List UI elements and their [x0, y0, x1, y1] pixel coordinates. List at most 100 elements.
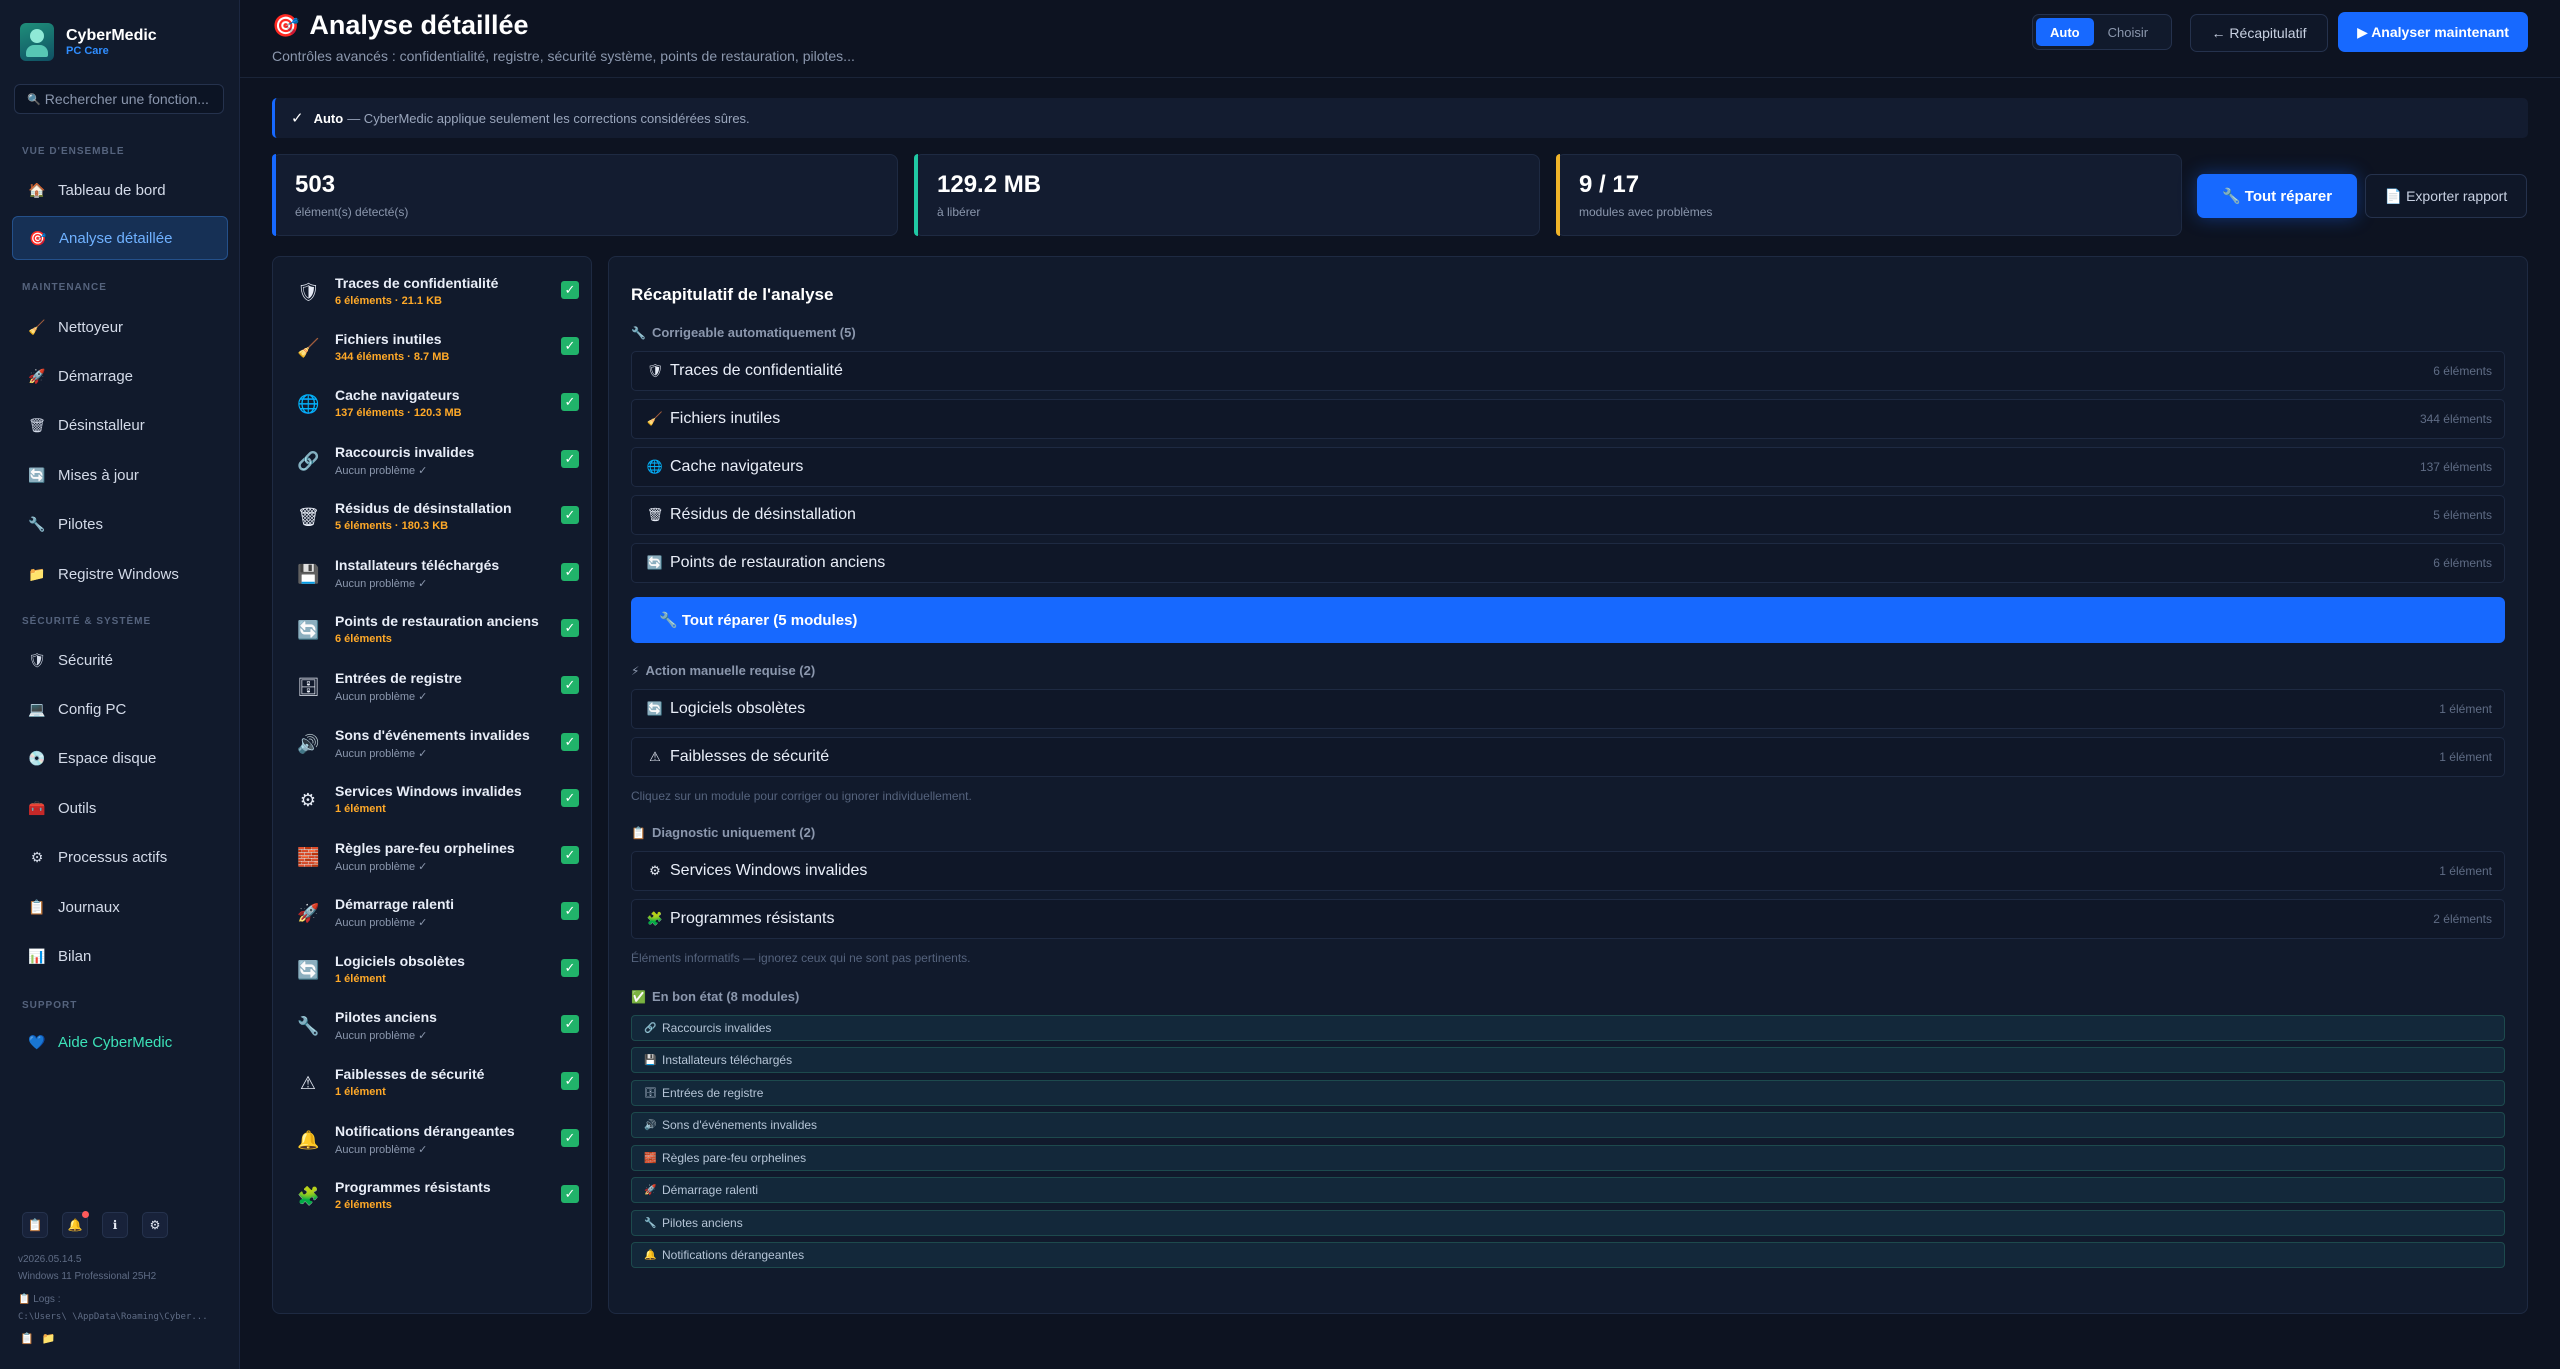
group-manual-action: ⚡ Action manuelle requise (2) — [631, 663, 815, 678]
module-checkbox[interactable]: ✓ — [561, 450, 579, 468]
sidebar-item-drivers[interactable]: 🔧 Pilotes — [12, 502, 228, 546]
healthy-row[interactable]: 🔔 Notifications dérangeantes — [631, 1242, 2505, 1268]
summary-row[interactable]: 🧹 Fichiers inutiles 344 éléments — [631, 399, 2505, 439]
sidebar-item-cleaner[interactable]: 🧹 Nettoyeur — [12, 305, 228, 349]
summary-row[interactable]: 🔄 Points de restauration anciens 6 élément… — [631, 543, 2505, 583]
info-icon[interactable]: ℹ — [102, 1212, 128, 1238]
module-checkbox[interactable]: ✓ — [561, 789, 579, 807]
module-checkbox[interactable]: ✓ — [561, 959, 579, 977]
section-security-system: SÉCURITÉ & SYSTÈME — [22, 616, 152, 627]
module-item[interactable]: 🛡 Traces de confidentialité 6 éléments · 2… — [295, 273, 579, 317]
repair-all-button[interactable]: 🔧 Tout réparer — [2197, 174, 2357, 218]
module-item[interactable]: 🧩 Programmes résistants 2 éléments ✓ — [295, 1177, 579, 1221]
module-name: Raccourcis invalides — [335, 444, 475, 460]
module-item[interactable]: 🔧 Pilotes anciens Aucun problème ✓ ✓ — [295, 1007, 579, 1051]
export-report-button[interactable]: 📄 Exporter rapport — [2365, 174, 2527, 218]
module-item[interactable]: 🔊 Sons d'événements invalides Aucun problè… — [295, 725, 579, 769]
healthy-row[interactable]: 💾 Installateurs téléchargés — [631, 1047, 2505, 1073]
module-item[interactable]: 🌐 Cache navigateurs 137 éléments · 120.3 M… — [295, 385, 579, 429]
module-checkbox[interactable]: ✓ — [561, 1072, 579, 1090]
healthy-row[interactable]: 🔊 Sons d'événements invalides — [631, 1112, 2505, 1138]
module-item[interactable]: 🧱 Règles pare-feu orphelines Aucun problèm… — [295, 838, 579, 882]
module-status: 137 éléments · 120.3 MB — [335, 407, 462, 419]
bell-icon[interactable]: 🔔 — [62, 1211, 89, 1238]
target-icon: 🎯 — [29, 229, 47, 246]
module-checkbox[interactable]: ✓ — [561, 393, 579, 411]
search-input[interactable]: 🔍 Rechercher une fonction... — [14, 84, 224, 114]
module-checkbox[interactable]: ✓ — [561, 281, 579, 299]
module-checkbox[interactable]: ✓ — [561, 902, 579, 920]
healthy-row[interactable]: 🗄 Entrées de registre — [631, 1080, 2505, 1106]
module-checkbox[interactable]: ✓ — [561, 563, 579, 581]
analyze-now-button[interactable]: ▶ Analyser maintenant — [2338, 12, 2528, 52]
module-item[interactable]: 🗄 Entrées de registre Aucun problème ✓ ✓ — [295, 668, 579, 712]
clipboard-icon[interactable]: 📋 — [22, 1212, 48, 1238]
module-item[interactable]: 🔄 Points de restauration anciens 6 élément… — [295, 611, 579, 655]
sidebar-item-security[interactable]: 🛡 Sécurité — [12, 638, 228, 682]
check-box-icon: ✅ — [631, 989, 646, 1004]
summary-row[interactable]: 🔄 Logiciels obsolètes 1 élément — [631, 689, 2505, 729]
module-item[interactable]: ⚠ Faiblesses de sécurité 1 élément ✓ — [295, 1064, 579, 1108]
module-checkbox[interactable]: ✓ — [561, 1129, 579, 1147]
module-item[interactable]: ⚙ Services Windows invalides 1 élément ✓ — [295, 781, 579, 825]
sidebar-item-updates[interactable]: 🔄 Mises à jour — [12, 453, 228, 497]
rocket-icon: 🚀 — [644, 1184, 657, 1196]
module-item[interactable]: 🧹 Fichiers inutiles 344 éléments · 8.7 MB ✓ — [295, 329, 579, 373]
copy-log-icon[interactable]: 📋 — [20, 1332, 34, 1345]
sidebar-item-label: Tableau de bord — [58, 181, 166, 199]
summary-row[interactable]: 🛡 Traces de confidentialité 6 éléments — [631, 351, 2505, 391]
sidebar-item-startup[interactable]: 🚀 Démarrage — [12, 354, 228, 398]
module-checkbox[interactable]: ✓ — [561, 676, 579, 694]
summary-row[interactable]: ⚙ Services Windows invalides 1 élément — [631, 851, 2505, 891]
summary-row[interactable]: 🌐 Cache navigateurs 137 éléments — [631, 447, 2505, 487]
module-checkbox[interactable]: ✓ — [561, 619, 579, 637]
sidebar-item-dashboard[interactable]: 🏠 Tableau de bord — [12, 168, 228, 212]
module-checkbox[interactable]: ✓ — [561, 1015, 579, 1033]
puzzle-icon: 🧩 — [297, 1186, 320, 1206]
repair-five-modules-button[interactable]: 🔧 Tout réparer (5 modules) — [631, 597, 2505, 643]
firewall-icon: 🧱 — [644, 1152, 657, 1164]
sidebar-item-logs[interactable]: 📋 Journaux — [12, 885, 228, 929]
sidebar-item-uninstaller[interactable]: 🗑 Désinstalleur — [12, 403, 228, 447]
mode-choose-button[interactable]: Choisir — [2094, 18, 2162, 46]
warning-icon: ⚠ — [649, 749, 661, 764]
open-folder-icon[interactable]: 📁 — [42, 1332, 56, 1345]
sidebar-item-processes[interactable]: ⚙ Processus actifs — [12, 835, 228, 879]
summary-row[interactable]: 🗑 Résidus de désinstallation 5 éléments — [631, 495, 2505, 535]
sidebar-item-registry[interactable]: 📁 Registre Windows — [12, 552, 228, 596]
healthy-row[interactable]: 🧱 Règles pare-feu orphelines — [631, 1145, 2505, 1171]
healthy-row[interactable]: 🔗 Raccourcis invalides — [631, 1015, 2505, 1041]
healthy-row[interactable]: 🔧 Pilotes anciens — [631, 1210, 2505, 1236]
summary-row[interactable]: ⚠ Faiblesses de sécurité 1 élément — [631, 737, 2505, 777]
sidebar-item-tools[interactable]: 🧰 Outils — [12, 786, 228, 830]
module-checkbox[interactable]: ✓ — [561, 846, 579, 864]
module-item[interactable]: 🗑 Résidus de désinstallation 5 éléments · … — [295, 498, 579, 542]
module-checkbox[interactable]: ✓ — [561, 506, 579, 524]
module-name: Entrées de registre — [335, 670, 462, 686]
summary-row[interactable]: 🧩 Programmes résistants 2 éléments — [631, 899, 2505, 939]
target-icon: 🎯 — [272, 12, 300, 38]
healthy-row[interactable]: 🚀 Démarrage ralenti — [631, 1177, 2505, 1203]
sidebar-item-report[interactable]: 📊 Bilan — [12, 934, 228, 978]
module-item[interactable]: 💾 Installateurs téléchargés Aucun problème… — [295, 555, 579, 599]
broom-icon: 🧹 — [646, 411, 664, 426]
settings-icon[interactable]: ⚙ — [142, 1212, 168, 1238]
sidebar-item-pc-config[interactable]: 💻 Config PC — [12, 687, 228, 731]
row-name: Installateurs téléchargés — [662, 1053, 793, 1067]
sidebar-item-disk-space[interactable]: 💿 Espace disque — [12, 736, 228, 780]
module-item[interactable]: 🔔 Notifications dérangeantes Aucun problèm… — [295, 1121, 579, 1165]
module-item[interactable]: 🔗 Raccourcis invalides Aucun problème ✓ ✓ — [295, 442, 579, 486]
module-checkbox[interactable]: ✓ — [561, 1185, 579, 1203]
sidebar-item-detailed-analysis[interactable]: 🎯 Analyse détaillée — [12, 216, 228, 260]
sidebar-item-label: Bilan — [58, 947, 92, 965]
warning-icon: ⚠ — [299, 1073, 317, 1093]
mode-auto-button[interactable]: Auto — [2036, 18, 2094, 46]
brand[interactable]: CyberMedic PC Care — [20, 20, 157, 64]
module-item[interactable]: 🔄 Logiciels obsolètes 1 élément ✓ — [295, 951, 579, 995]
module-checkbox[interactable]: ✓ — [561, 733, 579, 751]
sidebar-item-help[interactable]: 💙 Aide CyberMedic — [12, 1020, 228, 1064]
module-item[interactable]: 🚀 Démarrage ralenti Aucun problème ✓ ✓ — [295, 894, 579, 938]
module-status: Aucun problème ✓ — [335, 691, 428, 703]
module-checkbox[interactable]: ✓ — [561, 337, 579, 355]
recap-button[interactable]: ← Récapitulatif — [2190, 14, 2328, 52]
